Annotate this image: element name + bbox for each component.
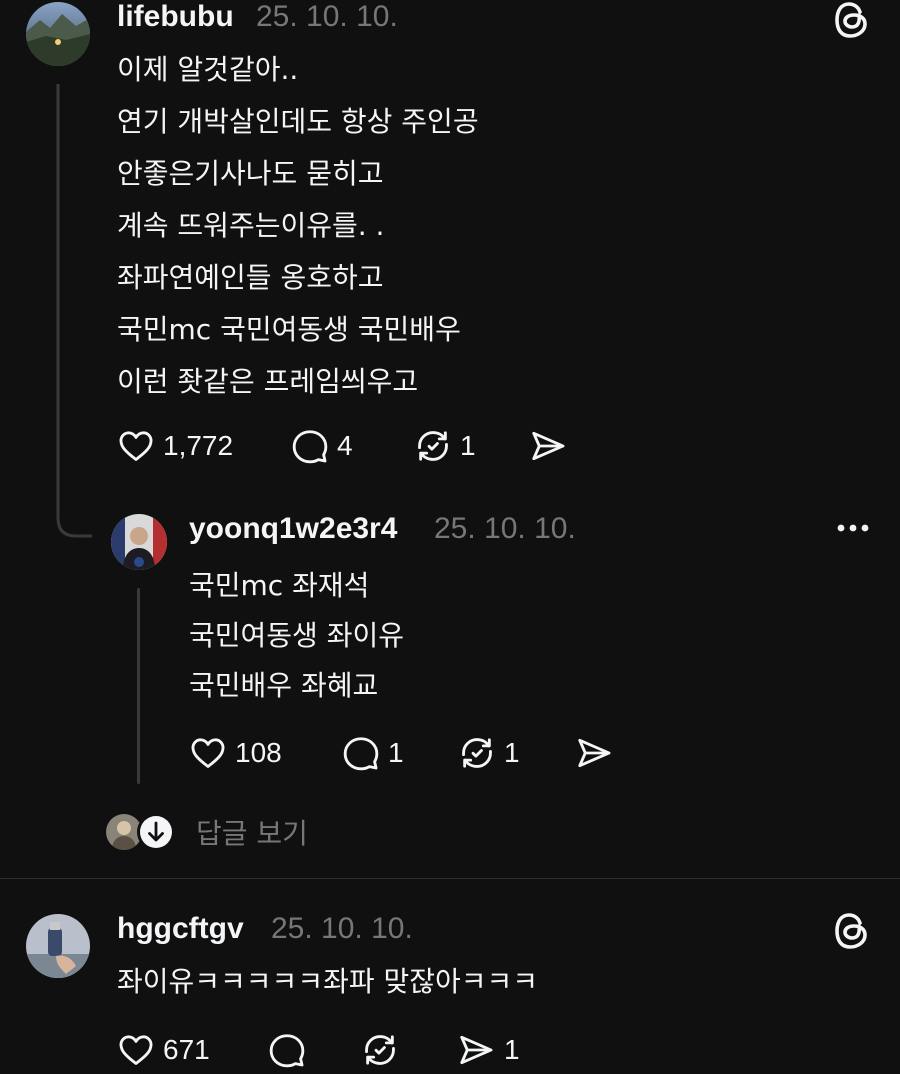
repost-icon: [462, 738, 492, 768]
post-text-line: 좌이유ㅋㅋㅋㅋㅋ좌파 맞잖아ㅋㅋㅋ: [117, 965, 539, 998]
share-icon: [578, 738, 611, 768]
reply-count: 4: [337, 430, 353, 461]
reply-button[interactable]: [268, 1030, 314, 1070]
timestamp: 25. 10. 10.: [434, 512, 576, 545]
like-button[interactable]: 108: [189, 733, 282, 773]
avatar[interactable]: [26, 914, 90, 978]
like-count: 671: [163, 1034, 210, 1065]
repost-button[interactable]: 1: [458, 733, 520, 773]
threads-logo-icon[interactable]: [832, 0, 872, 40]
repost-icon: [418, 431, 448, 461]
post-text-line: 연기 개박살인데도 항상 주인공: [117, 105, 479, 138]
thread-line: [137, 588, 140, 784]
post-text-line: 국민mc 국민여동생 국민배우: [117, 313, 461, 346]
avatar[interactable]: [111, 514, 167, 570]
like-count: 1,772: [163, 430, 234, 461]
more-icon[interactable]: [834, 518, 874, 538]
share-button[interactable]: [528, 426, 576, 466]
reply-text-line: 국민mc 좌재석: [189, 569, 370, 602]
share-icon: [532, 431, 565, 461]
like-button[interactable]: 1,772: [117, 426, 233, 466]
arrow-down-icon[interactable]: [136, 812, 176, 852]
repost-button[interactable]: 1: [414, 426, 476, 466]
post-divider: [0, 878, 900, 879]
reply-button[interactable]: 1: [342, 733, 404, 773]
share-count: 1: [504, 1034, 520, 1065]
repost-button[interactable]: [361, 1030, 407, 1070]
heart-icon: [119, 1035, 153, 1065]
timestamp: 25. 10. 10.: [256, 0, 398, 33]
timestamp: 25. 10. 10.: [271, 912, 413, 945]
threads-logo-icon[interactable]: [832, 911, 872, 951]
repost-count: 1: [460, 430, 476, 461]
share-icon: [460, 1035, 493, 1065]
post-text-line: 이런 좟같은 프레임씌우고: [117, 365, 419, 398]
username[interactable]: yoonq1w2e3r4: [189, 512, 397, 546]
reply-button[interactable]: 4: [291, 426, 353, 466]
share-button[interactable]: [574, 733, 622, 773]
heart-icon: [191, 738, 225, 768]
post-text-line: 좌파연예인들 옹호하고: [117, 261, 384, 294]
username[interactable]: lifebubu: [117, 0, 234, 34]
comment-icon: [269, 1034, 305, 1068]
username[interactable]: hggcftgv: [117, 912, 244, 946]
avatar[interactable]: [26, 2, 90, 66]
reply-text-line: 국민배우 좌혜교: [189, 669, 379, 702]
post-text-line: 안좋은기사나도 묻히고: [117, 157, 384, 190]
reply-text-line: 국민여동생 좌이유: [189, 619, 404, 652]
view-replies-link[interactable]: 답글 보기: [196, 812, 308, 852]
heart-icon: [119, 431, 153, 461]
thread-connector: [56, 84, 93, 538]
like-count: 108: [235, 737, 282, 768]
post-text-line: 이제 알것같아..: [117, 53, 299, 86]
reply-count: 1: [388, 737, 404, 768]
post-text-line: 계속 뜨워주는이유를. .: [117, 209, 385, 242]
like-button[interactable]: 671: [117, 1030, 210, 1070]
repost-count: 1: [504, 737, 520, 768]
comment-icon: [292, 430, 328, 464]
share-button[interactable]: 1: [456, 1030, 520, 1070]
comment-icon: [343, 737, 379, 771]
repost-icon: [365, 1035, 395, 1065]
